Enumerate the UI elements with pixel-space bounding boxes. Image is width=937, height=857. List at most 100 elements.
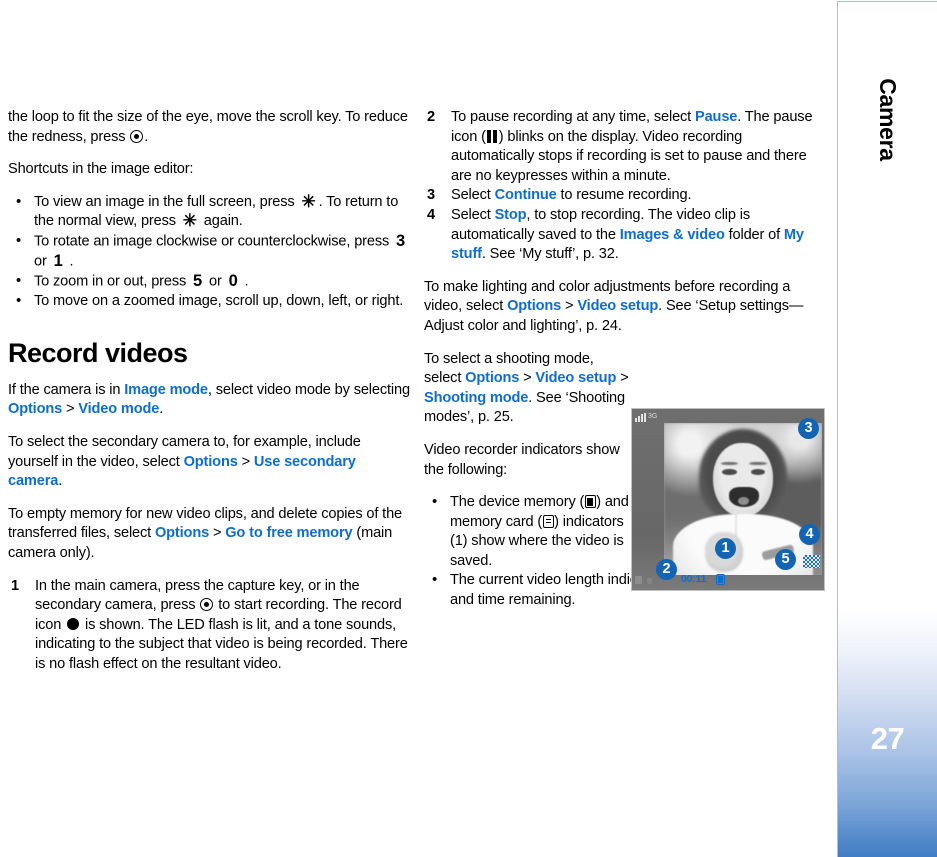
elapsed-time-label: 00:11 bbox=[681, 573, 707, 585]
record-icon bbox=[67, 617, 80, 630]
ui-term: Image mode bbox=[124, 381, 208, 398]
ui-term: Shooting mode bbox=[424, 389, 529, 406]
section-heading: Record videos bbox=[8, 337, 188, 368]
text-run: To pause recording at any time, select bbox=[451, 109, 695, 125]
callout-1: 1 bbox=[715, 538, 736, 559]
indicators-list-a: The device memory () and memory card () … bbox=[424, 492, 632, 571]
text-run: Select bbox=[451, 206, 495, 223]
ui-term: Options bbox=[465, 370, 520, 387]
text-run: > bbox=[519, 370, 536, 387]
step-4: 4 Select Stop, to stop recording. The vid… bbox=[424, 206, 826, 265]
device-memory-icon bbox=[584, 495, 596, 509]
chapter-tab: Camera 27 bbox=[837, 1, 937, 857]
paragraph-free-memory: To empty memory for new video clips, and… bbox=[8, 505, 412, 564]
text-run: Select bbox=[451, 187, 495, 204]
ui-term: Images & video bbox=[619, 226, 725, 243]
ui-term: Stop bbox=[494, 206, 527, 223]
page-number: 27 bbox=[870, 721, 905, 756]
step-1: 1 In the main camera, press the capture k… bbox=[8, 577, 412, 675]
paragraph-lighting: To make lighting and color adjustments b… bbox=[424, 278, 826, 337]
callout-5: 5 bbox=[775, 549, 796, 570]
list-item: To move on a zoomed image, scroll up, do… bbox=[8, 291, 412, 312]
signal-strength-icon bbox=[635, 413, 646, 422]
shortcuts-list: To view an image in the full screen, pre… bbox=[8, 191, 412, 312]
text-run: , select video mode by selecting bbox=[207, 381, 410, 398]
ui-term: Continue bbox=[494, 187, 557, 204]
star-key-icon: ✳ bbox=[182, 211, 197, 231]
step-number: 2 bbox=[427, 109, 435, 125]
steps-list-right: 2 To pause recording at any time, select … bbox=[424, 108, 826, 265]
left-text-column: the loop to fit the size of the eye, mov… bbox=[8, 108, 412, 688]
digit-key-icon: 3 bbox=[396, 231, 406, 250]
digit-key-icon: 5 bbox=[193, 272, 203, 291]
battery-icon bbox=[635, 576, 642, 584]
manual-page: the loop to fit the size of the eye, mov… bbox=[0, 0, 937, 857]
pause-icon bbox=[486, 129, 498, 143]
network-type-label: 3G bbox=[648, 413, 658, 420]
list-item: To zoom in or out, press 5 or 0 . bbox=[8, 271, 412, 292]
text-run: > bbox=[237, 453, 254, 470]
ui-term: Options bbox=[8, 401, 63, 418]
viewfinder-photo bbox=[664, 423, 822, 575]
text-run: > bbox=[62, 401, 79, 418]
callout-4: 4 bbox=[799, 524, 820, 545]
text-run: > bbox=[209, 525, 226, 542]
list-item: The device memory () and memory card () … bbox=[424, 492, 632, 571]
ui-term: Options bbox=[154, 525, 210, 542]
text-run: . bbox=[240, 273, 249, 290]
list-item: To view an image in the full screen, pre… bbox=[8, 191, 412, 232]
step-number: 1 bbox=[11, 577, 19, 594]
memory-card-icon bbox=[542, 514, 554, 528]
ui-term: Go to free memory bbox=[225, 525, 353, 542]
status-glyphs bbox=[635, 576, 652, 584]
text-run: or bbox=[34, 253, 51, 270]
ui-term: Options bbox=[183, 453, 238, 470]
ui-term: Video mode bbox=[78, 401, 160, 418]
dither-pattern-icon bbox=[803, 555, 820, 568]
text-run: to resume recording. bbox=[556, 187, 692, 204]
chapter-tab-label: Camera bbox=[875, 78, 901, 161]
text-run: . bbox=[58, 473, 63, 490]
list-item: To rotate an image clockwise or counterc… bbox=[8, 231, 412, 272]
text-run: ) blinks on the display. Video recording… bbox=[451, 128, 807, 184]
text-run: To move on a zoomed image, scroll up, do… bbox=[34, 293, 404, 310]
photo-eye-right bbox=[750, 468, 766, 475]
figure-wrap-region: To select a shooting mode, select Option… bbox=[424, 350, 632, 572]
ui-term: Video setup bbox=[535, 370, 617, 387]
text-run: To view an image in the full screen, pre… bbox=[34, 193, 299, 210]
paragraph-secondary-camera: To select the secondary camera to, for e… bbox=[8, 433, 412, 492]
ui-term: Options bbox=[507, 298, 562, 315]
callout-3: 3 bbox=[798, 418, 819, 439]
step-number: 4 bbox=[427, 206, 435, 223]
text-run: the loop to fit the size of the eye, mov… bbox=[8, 109, 408, 145]
text-run: To rotate an image clockwise or counterc… bbox=[34, 233, 394, 250]
text-run: is shown. The LED flash is lit, and a to… bbox=[35, 616, 408, 672]
text-run: To zoom in or out, press bbox=[34, 273, 191, 290]
text-run: > bbox=[561, 298, 578, 315]
text-run: folder of bbox=[724, 226, 784, 243]
text-run: > bbox=[616, 370, 629, 387]
scroll-key-icon bbox=[130, 129, 144, 143]
ui-term: Video setup bbox=[577, 298, 659, 315]
star-key-icon: ✳ bbox=[301, 191, 316, 211]
text-run: If the camera is in bbox=[8, 381, 125, 398]
scroll-key-icon bbox=[200, 598, 214, 612]
text-run: The device memory ( bbox=[450, 494, 585, 511]
memory-indicator-icon bbox=[716, 574, 725, 585]
paragraph-shooting-mode: To select a shooting mode, select Option… bbox=[424, 350, 632, 428]
text-run: or bbox=[205, 273, 226, 290]
video-recorder-screenshot: 3G 00:11 1 2 3 4 5 bbox=[631, 408, 825, 591]
steps-list-left: 1 In the main camera, press the capture k… bbox=[8, 577, 412, 675]
step-number: 3 bbox=[427, 187, 435, 204]
shortcuts-intro: Shortcuts in the image editor: bbox=[8, 161, 194, 178]
text-run: . bbox=[65, 253, 74, 270]
paragraph-continued: the loop to fit the size of the eye, mov… bbox=[8, 108, 412, 147]
photo-eye-left bbox=[722, 468, 737, 475]
indicators-intro: Video recorder indicators show the follo… bbox=[424, 441, 620, 478]
step-2: 2 To pause recording at any time, select … bbox=[424, 108, 826, 186]
mode-icon bbox=[647, 578, 652, 584]
digit-key-icon: 0 bbox=[228, 272, 238, 291]
text-run: . bbox=[144, 128, 149, 145]
text-run: . bbox=[159, 401, 164, 418]
text-run: . See ‘My stuff’, p. 32. bbox=[481, 246, 619, 263]
